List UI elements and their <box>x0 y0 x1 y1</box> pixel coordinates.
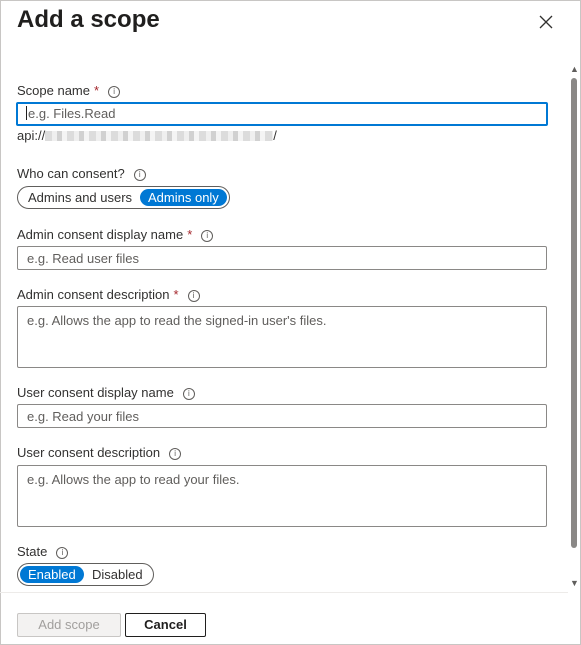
required-marker: * <box>187 227 193 242</box>
who-can-consent-label: Who can consent? i <box>17 166 146 181</box>
footer-divider <box>0 592 568 593</box>
info-icon[interactable]: i <box>201 230 214 242</box>
user-description-label: User consent description i <box>17 445 182 460</box>
admin-display-name-label: Admin consent display name * i <box>17 227 214 242</box>
info-icon[interactable]: i <box>169 448 182 460</box>
required-marker: * <box>173 287 179 302</box>
info-icon[interactable]: i <box>182 388 195 400</box>
admin-display-name-input[interactable]: e.g. Read user files <box>17 246 547 270</box>
admin-description-textarea[interactable]: e.g. Allows the app to read the signed-i… <box>17 306 547 368</box>
info-icon[interactable]: i <box>133 169 146 181</box>
scrollbar-thumb[interactable] <box>571 78 577 548</box>
option-disabled[interactable]: Disabled <box>84 566 151 583</box>
application-id-uri: api:/// <box>17 128 277 143</box>
scope-name-placeholder: e.g. Files.Read <box>28 106 116 121</box>
add-scope-button[interactable]: Add scope <box>17 613 121 637</box>
scope-name-label: Scope name * i <box>17 83 121 98</box>
user-description-textarea[interactable]: e.g. Allows the app to read your files. <box>17 465 547 527</box>
option-enabled[interactable]: Enabled <box>20 566 84 583</box>
scope-name-input[interactable]: e.g. Files.Read <box>16 102 548 126</box>
scroll-down-icon[interactable]: ▼ <box>570 578 579 588</box>
state-label: State i <box>17 544 69 559</box>
info-icon[interactable]: i <box>56 547 69 559</box>
user-display-name-label: User consent display name i <box>17 385 195 400</box>
text-caret <box>26 106 27 120</box>
scroll-up-icon[interactable]: ▲ <box>570 64 579 74</box>
option-admins-and-users[interactable]: Admins and users <box>20 189 140 206</box>
who-can-consent-toggle[interactable]: Admins and users Admins only <box>17 186 230 209</box>
close-icon[interactable] <box>536 12 556 32</box>
admin-description-label: Admin consent description * i <box>17 287 200 302</box>
required-marker: * <box>94 83 100 98</box>
info-icon[interactable]: i <box>108 86 121 98</box>
cancel-button[interactable]: Cancel <box>125 613 206 637</box>
redacted-uri <box>45 131 274 141</box>
user-display-name-input[interactable]: e.g. Read your files <box>17 404 547 428</box>
state-toggle[interactable]: Enabled Disabled <box>17 563 154 586</box>
info-icon[interactable]: i <box>187 290 200 302</box>
panel-title: Add a scope <box>17 6 160 33</box>
option-admins-only[interactable]: Admins only <box>140 189 227 206</box>
